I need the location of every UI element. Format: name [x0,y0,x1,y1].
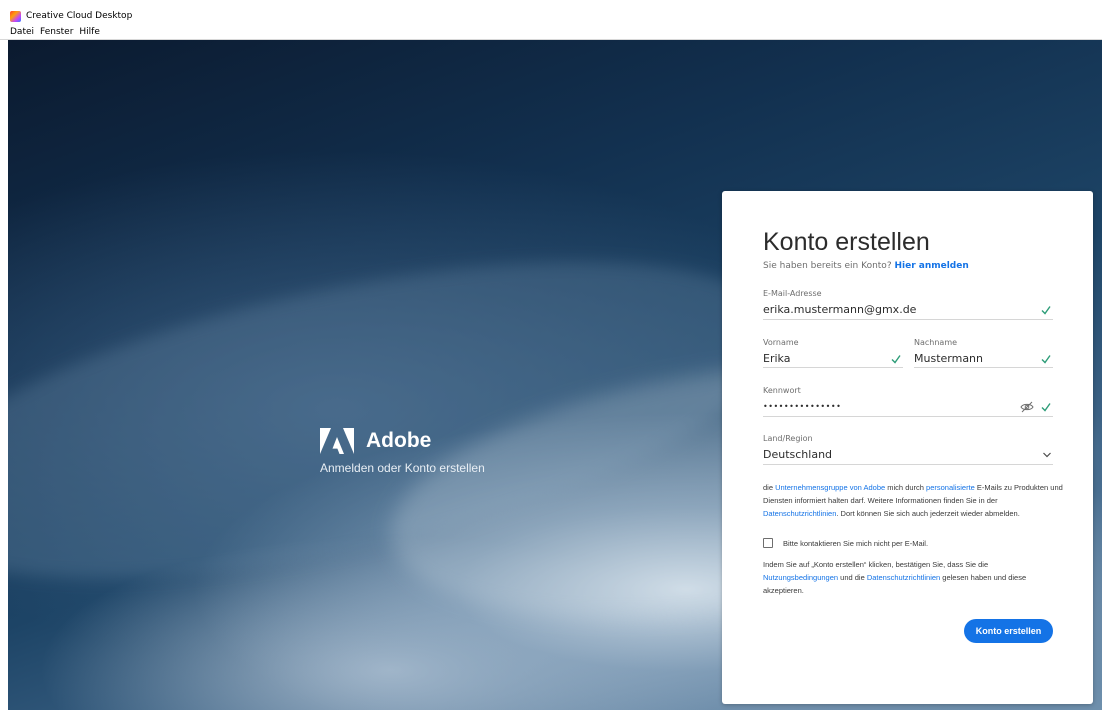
country-label: Land/Region [763,434,813,443]
create-account-card: Konto erstellen Sie haben bereits ein Ko… [722,191,1093,704]
menu-fenster[interactable]: Fenster [40,27,73,37]
password-label: Kennwort [763,386,801,395]
terms-consent-text: Indem Sie auf „Konto erstellen“ klicken,… [763,558,1063,597]
legal-text: mich durch [885,483,927,492]
creative-cloud-app-icon [10,11,21,22]
firstname-label: Vorname [763,338,799,347]
signin-prompt-text: Sie haben bereits ein Konto? [763,261,892,271]
lastname-field-group: Nachname [914,338,1053,368]
email-field-group: E-Mail-Adresse [763,289,1053,320]
privacy-policy-link[interactable]: Datenschutzrichtlinien [867,573,940,582]
legal-text: die [763,483,776,492]
menu-hilfe[interactable]: Hilfe [79,27,99,37]
chevron-down-icon [1042,450,1052,460]
signin-link[interactable]: Hier anmelden [894,261,968,271]
adobe-group-link[interactable]: Unternehmensgruppe von Adobe [775,483,885,492]
country-select[interactable]: Deutschland [763,448,1010,461]
password-field[interactable] [763,402,1010,411]
adobe-brand: Adobe Anmelden oder Konto erstellen [320,428,540,475]
lastname-label: Nachname [914,338,958,347]
firstname-field-group: Vorname [763,338,903,368]
legal-text: und die [838,573,867,582]
brand-tagline: Anmelden oder Konto erstellen [320,461,485,475]
signin-prompt: Sie haben bereits ein Konto? Hier anmeld… [763,261,969,271]
firstname-field[interactable] [763,352,882,365]
brand-name: Adobe [366,429,432,452]
email-optout-label[interactable]: Bitte kontaktieren Sie mich nicht per E-… [783,539,928,548]
email-optout-row[interactable]: Bitte kontaktieren Sie mich nicht per E-… [763,538,928,548]
marketing-consent-text: die Unternehmensgruppe von Adobe mich du… [763,481,1063,520]
hide-password-icon[interactable] [1020,401,1034,413]
menu-bar: Datei Fenster Hilfe [10,27,100,37]
terms-of-use-link[interactable]: Nutzungsbedingungen [763,573,838,582]
lastname-field[interactable] [914,352,1033,365]
window-titlebar: Creative Cloud Desktop Datei Fenster Hil… [0,0,1102,40]
valid-check-icon [1041,354,1051,364]
valid-check-icon [1041,305,1051,315]
legal-text: Indem Sie auf „Konto erstellen“ klicken,… [763,560,989,569]
create-account-button[interactable]: Konto erstellen [964,619,1053,643]
password-field-group: Kennwort [763,386,1053,417]
menu-datei[interactable]: Datei [10,27,34,37]
privacy-policy-link[interactable]: Datenschutzrichtlinien [763,509,836,518]
personalized-link[interactable]: personalisierte [926,483,975,492]
legal-text: . Dort können Sie sich auch jederzeit wi… [836,509,1020,518]
valid-check-icon [891,354,901,364]
valid-check-icon [1041,402,1051,412]
email-field[interactable] [763,303,1010,316]
email-label: E-Mail-Adresse [763,289,822,298]
page-title: Konto erstellen [763,228,930,256]
adobe-logo-icon [320,428,354,454]
country-select-group[interactable]: Land/Region Deutschland [763,434,1053,465]
window-title: Creative Cloud Desktop [26,11,133,21]
email-optout-checkbox[interactable] [763,538,773,548]
